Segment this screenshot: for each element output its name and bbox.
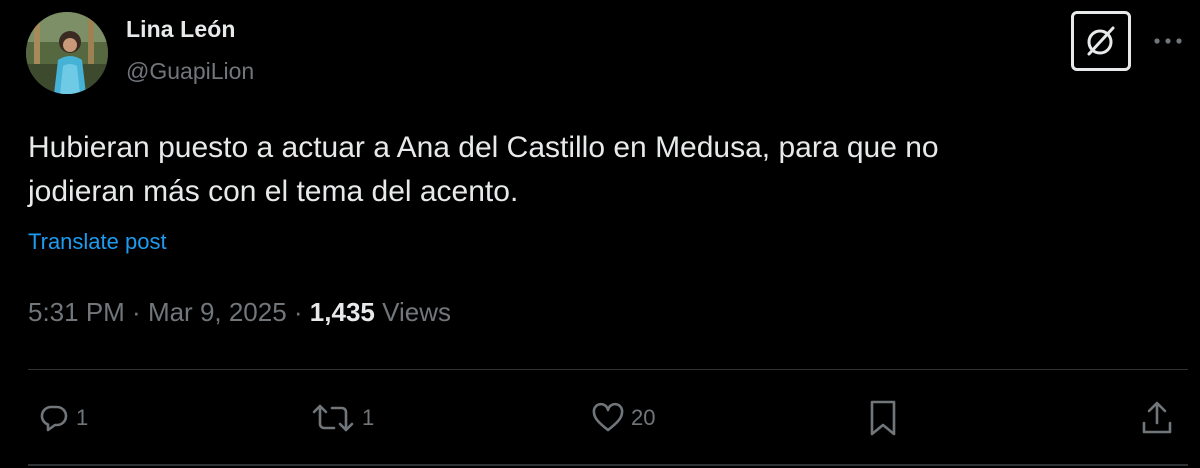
post-text-line: jodieran más con el tema del acento. bbox=[28, 175, 519, 208]
bookmark-button[interactable] bbox=[866, 398, 900, 438]
views-count: 1,435 bbox=[309, 297, 375, 327]
more-options-button[interactable] bbox=[1150, 26, 1186, 56]
share-button[interactable] bbox=[1140, 398, 1174, 438]
like-count: 20 bbox=[631, 405, 656, 430]
views-label: Views bbox=[374, 297, 451, 327]
like-button[interactable]: 20 bbox=[591, 398, 655, 438]
meta-separator: · bbox=[124, 297, 148, 327]
repost-button[interactable]: 1 bbox=[310, 398, 374, 438]
reply-count: 1 bbox=[76, 405, 89, 430]
repost-count: 1 bbox=[362, 405, 375, 430]
meta-separator: · bbox=[286, 297, 310, 327]
author-name[interactable]: Lina León bbox=[126, 16, 236, 43]
reply-button[interactable]: 1 bbox=[38, 398, 88, 438]
avatar[interactable] bbox=[26, 12, 108, 94]
post-date[interactable]: Mar 9, 2025 bbox=[148, 297, 287, 327]
bottom-divider bbox=[28, 464, 1188, 466]
author-handle[interactable]: @GuapiLion bbox=[126, 58, 254, 85]
grok-button[interactable] bbox=[1071, 11, 1131, 71]
bookmark-icon bbox=[870, 400, 896, 436]
share-icon bbox=[1142, 401, 1172, 434]
heart-icon bbox=[592, 402, 624, 432]
translate-post-link[interactable]: Translate post bbox=[28, 229, 167, 255]
post-meta: 5:31 PM · Mar 9, 2025 · 1,435 Views bbox=[28, 297, 451, 328]
reply-icon bbox=[40, 405, 68, 432]
grok-icon bbox=[1087, 26, 1115, 56]
more-icon bbox=[1154, 38, 1182, 44]
divider bbox=[28, 369, 1188, 370]
post-text-line: Hubieran puesto a actuar a Ana del Casti… bbox=[28, 131, 939, 164]
tweet-card: Lina León @GuapiLion Hubieran puesto a a… bbox=[0, 0, 1200, 468]
avatar-image bbox=[26, 12, 108, 94]
post-text: Hubieran puesto a actuar a Ana del Casti… bbox=[28, 126, 1158, 214]
repost-icon bbox=[312, 404, 354, 432]
post-time[interactable]: 5:31 PM bbox=[28, 297, 125, 327]
